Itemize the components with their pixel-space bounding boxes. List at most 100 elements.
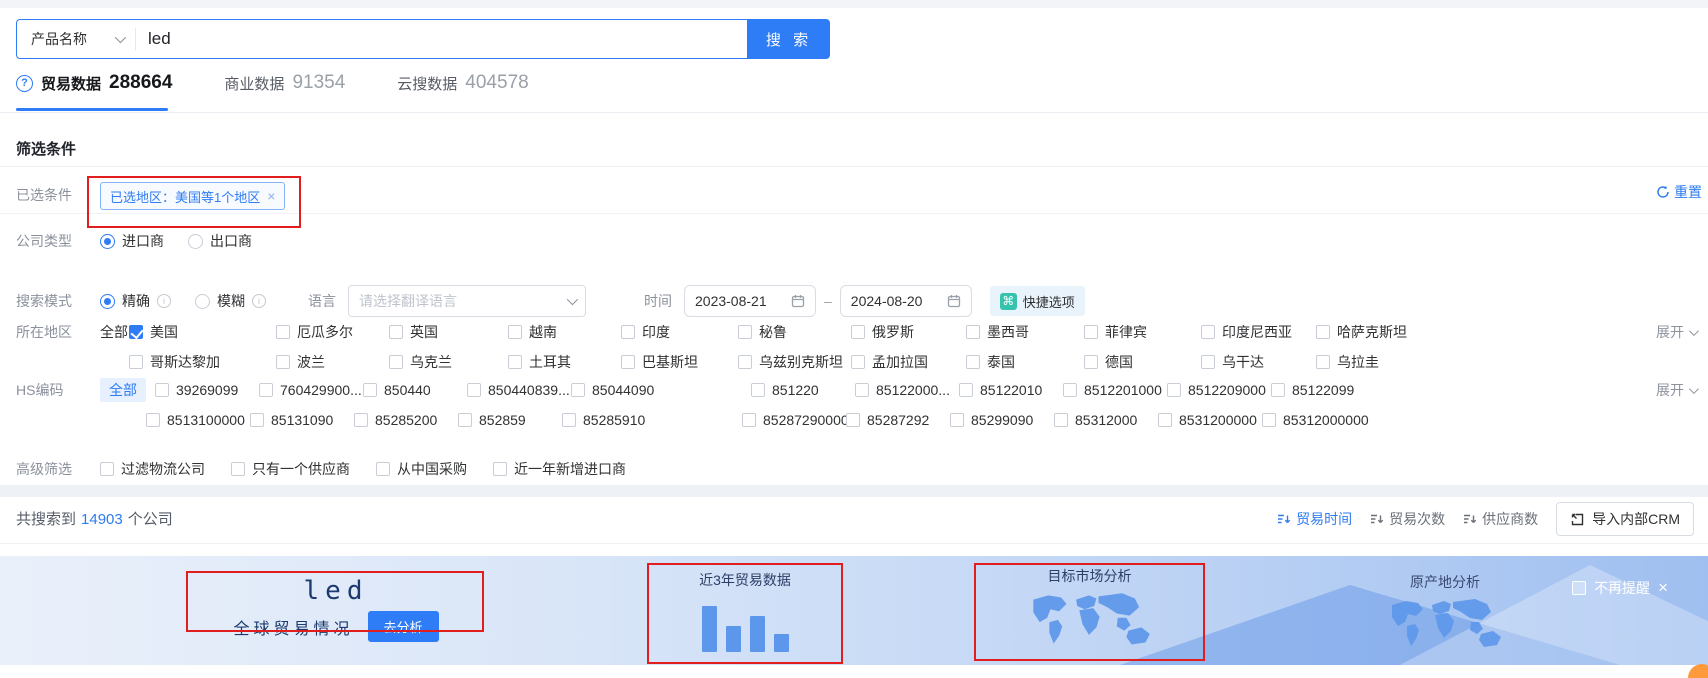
- hs-code-checkbox[interactable]: 85312000: [1054, 407, 1158, 433]
- checkbox-icon: [146, 413, 160, 427]
- region-checkbox[interactable]: 秘鲁: [738, 319, 851, 345]
- region-checkbox[interactable]: 哥斯达黎加: [129, 349, 276, 375]
- advanced-checkbox[interactable]: 从中国采购: [376, 456, 467, 482]
- dismiss-banner-control[interactable]: 不再提醒 ×: [1572, 578, 1668, 598]
- region-checkbox[interactable]: 土耳其: [508, 349, 621, 375]
- calendar-icon: [791, 294, 805, 308]
- trade-data-card[interactable]: 近3年贸易数据: [647, 570, 843, 652]
- region-checkbox[interactable]: 印度尼西亚: [1201, 319, 1316, 345]
- question-circle-icon[interactable]: ?: [16, 75, 33, 92]
- quick-options-button[interactable]: ⌘ 快捷选项: [990, 286, 1085, 316]
- region-checkbox[interactable]: 乌干达: [1201, 349, 1316, 375]
- region-checkbox[interactable]: 厄瓜多尔: [276, 319, 389, 345]
- hs-expand-link[interactable]: 展开: [1656, 380, 1696, 400]
- region-expand-link[interactable]: 展开: [1656, 322, 1696, 342]
- remove-tag-icon[interactable]: ×: [267, 188, 275, 204]
- checkbox-icon: [1084, 355, 1098, 369]
- checkbox-icon: [562, 413, 576, 427]
- hs-code-checkbox[interactable]: 85285200: [354, 407, 458, 433]
- sort-option[interactable]: 贸易时间: [1277, 509, 1352, 529]
- start-date-input[interactable]: 2023-08-21: [684, 285, 816, 317]
- hs-code-checkbox[interactable]: 851220: [751, 377, 855, 403]
- company-type-label: 公司类型: [16, 228, 100, 254]
- region-checkbox[interactable]: 菲律宾: [1084, 319, 1201, 345]
- checkbox-icon: [1271, 383, 1285, 397]
- hs-code-checkbox[interactable]: 8531200000: [1158, 407, 1262, 433]
- region-checkbox[interactable]: 印度: [621, 319, 738, 345]
- sort-option[interactable]: 贸易次数: [1370, 509, 1445, 529]
- checkbox-icon: [738, 355, 752, 369]
- hs-code-checkbox[interactable]: 8512209000: [1167, 377, 1271, 403]
- hs-code-checkbox[interactable]: 85312000000: [1262, 407, 1708, 433]
- target-market-card[interactable]: 目标市场分析: [974, 566, 1205, 652]
- region-checkbox[interactable]: 哈萨克斯坦: [1316, 319, 1708, 345]
- info-icon[interactable]: i: [157, 294, 171, 308]
- tab-label: 商业数据: [224, 73, 284, 94]
- import-crm-label: 导入内部CRM: [1592, 509, 1680, 529]
- advanced-checkbox[interactable]: 只有一个供应商: [231, 456, 350, 482]
- radio-exporter[interactable]: 出口商: [188, 228, 252, 254]
- checkbox-icon: [621, 355, 635, 369]
- advanced-checkbox[interactable]: 近一年新增进口商: [493, 456, 626, 482]
- tab-trade-data[interactable]: ? 贸易数据 288664: [16, 72, 172, 94]
- hs-code-checkbox[interactable]: 850440: [363, 377, 467, 403]
- hs-code-checkbox[interactable]: 85287290000: [742, 407, 846, 433]
- section-gap: [0, 485, 1708, 497]
- world-map-icon: [1385, 596, 1505, 654]
- region-checkbox[interactable]: 德国: [1084, 349, 1201, 375]
- region-checkbox[interactable]: 乌拉圭: [1316, 349, 1708, 375]
- radio-importer[interactable]: 进口商: [100, 228, 164, 254]
- hs-code-checkbox[interactable]: 85287292: [846, 407, 950, 433]
- search-category-dropdown[interactable]: 产品名称: [17, 29, 135, 49]
- region-checkbox[interactable]: 孟加拉国: [851, 349, 966, 375]
- tab-business-data[interactable]: 商业数据 91354: [224, 72, 345, 94]
- region-checkbox[interactable]: 墨西哥: [966, 319, 1084, 345]
- region-checkbox[interactable]: 美国: [129, 319, 276, 345]
- info-icon[interactable]: i: [252, 294, 266, 308]
- region-all-link[interactable]: 全部: [100, 319, 129, 345]
- region-checkbox[interactable]: 波兰: [276, 349, 389, 375]
- radio-exact[interactable]: 精确 i: [100, 288, 171, 314]
- tab-cloud-search-data[interactable]: 云搜数据 404578: [397, 72, 528, 94]
- import-crm-button[interactable]: 导入内部CRM: [1556, 502, 1694, 536]
- end-date-input[interactable]: 2024-08-20: [840, 285, 972, 317]
- hs-code-checkbox[interactable]: 850440839...: [467, 377, 571, 403]
- radio-fuzzy[interactable]: 模糊 i: [195, 288, 266, 314]
- search-button[interactable]: 搜 索: [748, 19, 830, 59]
- region-checkbox[interactable]: 巴基斯坦: [621, 349, 738, 375]
- hs-code-checkbox[interactable]: 85122099: [1271, 377, 1708, 403]
- hs-code-checkbox[interactable]: 85285910: [562, 407, 742, 433]
- region-checkbox[interactable]: 俄罗斯: [851, 319, 966, 345]
- checkbox-icon: [376, 462, 390, 476]
- hs-code-checkbox[interactable]: 85122000...: [855, 377, 959, 403]
- region-checkbox[interactable]: 越南: [508, 319, 621, 345]
- selected-region-tag[interactable]: 已选地区：美国等1个地区 ×: [100, 182, 285, 210]
- language-select[interactable]: 请选择翻译语言: [348, 285, 586, 317]
- hs-code-checkbox[interactable]: 85122010: [959, 377, 1063, 403]
- hs-code-checkbox[interactable]: 852859: [458, 407, 562, 433]
- hs-code-checkbox[interactable]: 85044090: [571, 377, 751, 403]
- checkbox-icon: [1084, 325, 1098, 339]
- dismiss-checkbox[interactable]: [1572, 581, 1586, 595]
- close-icon[interactable]: ×: [1658, 578, 1668, 598]
- region-checkbox[interactable]: 泰国: [966, 349, 1084, 375]
- hs-code-checkbox[interactable]: 760429900...: [259, 377, 363, 403]
- sort-option[interactable]: 供应商数: [1463, 509, 1538, 529]
- hs-all-link[interactable]: 全部: [100, 378, 146, 402]
- radio-icon: [100, 234, 115, 249]
- search-input[interactable]: [136, 20, 747, 58]
- reset-filters-link[interactable]: 重置: [1656, 182, 1702, 202]
- hs-code-checkbox[interactable]: 85299090: [950, 407, 1054, 433]
- search-bar: 产品名称 搜 索: [16, 19, 830, 59]
- analyze-button[interactable]: 去分析: [368, 611, 439, 642]
- hs-code-checkbox[interactable]: 39269099: [155, 377, 259, 403]
- checkbox-icon: [458, 413, 472, 427]
- origin-analysis-card[interactable]: 原产地分析: [1345, 572, 1545, 654]
- region-checkbox[interactable]: 乌兹别克斯坦: [738, 349, 851, 375]
- hs-code-checkbox[interactable]: 85131090: [250, 407, 354, 433]
- region-checkbox[interactable]: 乌克兰: [389, 349, 508, 375]
- advanced-checkbox[interactable]: 过滤物流公司: [100, 456, 205, 482]
- region-checkbox[interactable]: 英国: [389, 319, 508, 345]
- hs-code-checkbox[interactable]: 8512201000: [1063, 377, 1167, 403]
- hs-code-checkbox[interactable]: 8513100000: [146, 407, 250, 433]
